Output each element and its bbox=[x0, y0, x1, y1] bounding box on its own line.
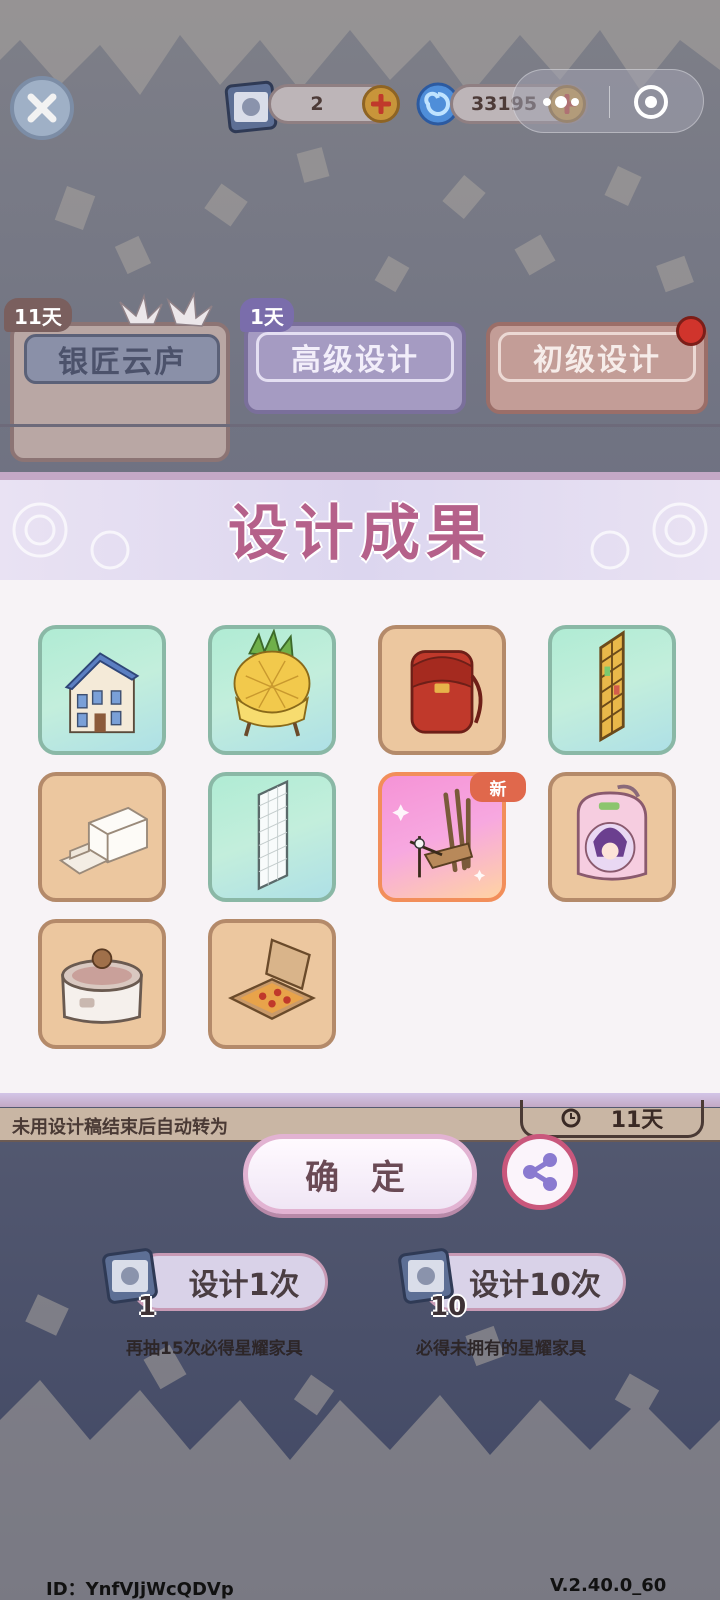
tab-basic-design-label: 初级设计 bbox=[533, 343, 661, 378]
share-icon bbox=[523, 1153, 557, 1191]
item-card-stained-glass-screen[interactable] bbox=[548, 625, 676, 755]
player-id: ID：YnfVJjWcQDVp bbox=[46, 1579, 234, 1600]
red-backpack-icon bbox=[410, 650, 483, 734]
tab-basic-design[interactable]: 初级设计 bbox=[486, 322, 708, 414]
draw-once-label: 设计1次 bbox=[188, 1268, 300, 1303]
item-card-pineapple-armchair[interactable] bbox=[208, 625, 336, 755]
pizza-box-icon bbox=[228, 938, 316, 1020]
close-button[interactable] bbox=[10, 76, 74, 140]
lily-flowers-decoration bbox=[119, 291, 213, 327]
item-card-glass-panel-screen[interactable] bbox=[208, 772, 336, 902]
event-timer: 11天 bbox=[520, 1100, 704, 1138]
more-dots-icon bbox=[543, 96, 579, 108]
tab-silversmith-badge: 11天 bbox=[4, 298, 72, 332]
item-card-white-steps-block[interactable] bbox=[38, 772, 166, 902]
mini-program-capsule bbox=[512, 69, 704, 133]
stained-glass-screen-icon bbox=[599, 630, 625, 743]
new-item-tag: 新 bbox=[470, 772, 526, 802]
tab-advanced-design-badge: 1天 bbox=[240, 298, 294, 332]
item-card-hot-pot-cooker[interactable] bbox=[38, 919, 166, 1049]
more-button[interactable] bbox=[533, 90, 593, 114]
confirm-button-label: 确 定 bbox=[305, 1157, 415, 1198]
item-card-townhouse[interactable] bbox=[38, 625, 166, 755]
share-button[interactable] bbox=[502, 1134, 578, 1210]
event-timer-text: 11天 bbox=[610, 1107, 664, 1133]
confirm-button[interactable]: 确 定 bbox=[243, 1134, 477, 1214]
pineapple-armchair-icon bbox=[233, 629, 311, 737]
item-card-anime-pink-backpack[interactable] bbox=[548, 772, 676, 902]
ticket-count: 2 bbox=[310, 93, 324, 115]
draw-ten-label: 设计10次 bbox=[469, 1268, 601, 1303]
version-label: V.2.40.0_60 bbox=[550, 1575, 667, 1596]
results-dialog-title: 设计成果 bbox=[228, 499, 492, 569]
draw-ten-cost: 10 bbox=[430, 1292, 467, 1322]
draw-ten-note: 必得未拥有的星耀家具 bbox=[416, 1339, 586, 1359]
draw-once-note: 再抽15次必得星耀家具 bbox=[126, 1339, 303, 1359]
tab-silversmith-label: 银匠云庐 bbox=[58, 345, 186, 380]
hot-pot-icon bbox=[61, 948, 143, 1024]
target-icon bbox=[634, 85, 668, 119]
notification-dot bbox=[676, 316, 706, 346]
close-icon bbox=[27, 93, 57, 123]
plus-icon bbox=[371, 94, 391, 114]
tab-silversmith[interactable]: 银匠云庐 bbox=[10, 322, 230, 462]
tab-advanced-design-label: 高级设计 bbox=[291, 343, 419, 378]
pink-backpack-icon bbox=[576, 784, 648, 881]
unused-design-hint: 未用设计稿结束后自动转为 bbox=[12, 1117, 228, 1138]
exit-mini-program-button[interactable] bbox=[631, 82, 671, 122]
item-card-red-school-backpack[interactable] bbox=[378, 625, 506, 755]
glass-panel-icon bbox=[257, 779, 289, 891]
tab-advanced-design[interactable]: 高级设计 bbox=[244, 322, 466, 414]
add-ticket-button[interactable] bbox=[362, 85, 400, 123]
white-steps-icon bbox=[58, 806, 148, 875]
townhouse-icon bbox=[64, 652, 140, 734]
clock-icon bbox=[561, 1108, 581, 1127]
draw-once-cost: 1 bbox=[138, 1292, 157, 1322]
item-card-pizza-box[interactable] bbox=[208, 919, 336, 1049]
